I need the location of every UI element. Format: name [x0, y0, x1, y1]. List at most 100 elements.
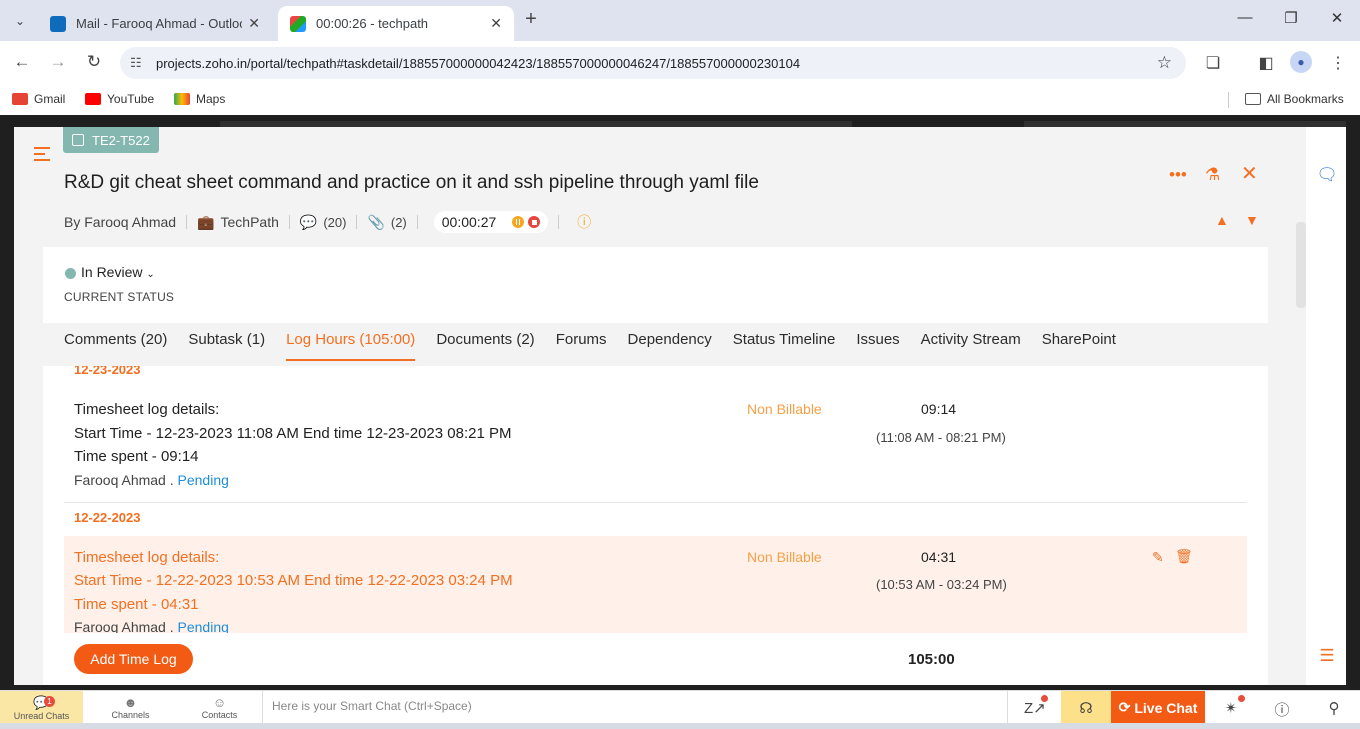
help-icon[interactable]: ⓘ	[1272, 699, 1292, 720]
outlook-icon	[50, 15, 66, 32]
log-duration: 09:14	[921, 401, 957, 417]
all-bookmarks[interactable]: All Bookmarks	[1245, 92, 1344, 106]
url-field[interactable]: ☷ projects.zoho.in/portal/techpath#taskd…	[120, 47, 1186, 79]
channels-button[interactable]: ☻ Channels	[89, 691, 172, 724]
divider	[1228, 92, 1229, 108]
bookmark-youtube[interactable]: YouTube	[85, 92, 154, 106]
bookmark-gmail[interactable]: Gmail	[12, 92, 65, 106]
log-time-range: (11:08 AM - 08:21 PM)	[876, 430, 1006, 445]
edit-icon[interactable]: ✎	[1152, 549, 1164, 566]
list-menu-icon[interactable]: ☰	[1316, 646, 1338, 666]
task-icon	[72, 134, 84, 146]
url-text: projects.zoho.in/portal/techpath#taskdet…	[156, 55, 801, 71]
restore-icon[interactable]: ❐	[1279, 9, 1303, 27]
bookmark-maps[interactable]: Maps	[174, 92, 225, 106]
close-icon[interactable]: ✕	[248, 15, 260, 32]
follow-user-icon[interactable]: ⚗	[1205, 165, 1220, 185]
separator: .	[165, 472, 178, 488]
minimize-icon[interactable]: —	[1233, 9, 1257, 26]
more-options-icon[interactable]: •••	[1169, 165, 1187, 185]
tab-documents[interactable]: Documents (2)	[436, 331, 534, 361]
status-value: In Review	[81, 264, 143, 280]
extensions-icon[interactable]: ❏	[1202, 53, 1224, 73]
tab-activity-stream[interactable]: Activity Stream	[921, 331, 1021, 361]
log-entry[interactable]: Timesheet log details: Start Time - 12-2…	[64, 536, 1247, 633]
bookmark-star-icon[interactable]: ☆	[1157, 53, 1172, 73]
log-heading: Timesheet log details:	[74, 401, 220, 418]
add-time-log-button[interactable]: Add Time Log	[74, 644, 193, 674]
chevron-up-icon[interactable]: ▲	[1215, 212, 1229, 228]
youtube-icon	[85, 93, 101, 105]
tab-status-timeline[interactable]: Status Timeline	[733, 331, 836, 361]
feedback-chat-icon[interactable]: 🗨	[1316, 165, 1338, 185]
log-user: Farooq Ahmad	[74, 472, 166, 488]
log-date: 12-22-2023	[74, 510, 141, 525]
close-icon[interactable]: ✕	[490, 15, 502, 32]
pause-icon[interactable]	[512, 216, 525, 228]
site-info-icon[interactable]: ☷	[130, 55, 150, 71]
log-footer: Add Time Log 105:00	[43, 633, 1268, 685]
divider	[356, 215, 358, 229]
search-icon[interactable]: ⚲	[1324, 699, 1344, 717]
contacts-button[interactable]: ☺ Contacts	[178, 691, 261, 724]
smart-chat-input[interactable]: Here is your Smart Chat (Ctrl+Space)	[262, 691, 1008, 724]
live-chat-button[interactable]: ⟳ Live Chat	[1111, 691, 1205, 724]
unread-chats-button[interactable]: 💬 Unread Chats 1	[0, 691, 83, 724]
log-entry[interactable]: Timesheet log details: Start Time - 12-2…	[64, 390, 1247, 506]
project-link[interactable]: TechPath	[221, 214, 279, 230]
browser-menu-icon[interactable]: ⋮	[1327, 53, 1349, 73]
side-panel-icon[interactable]: ◧	[1255, 53, 1277, 73]
task-title[interactable]: R&D git cheat sheet command and practice…	[64, 172, 759, 194]
task-tabs: Comments (20) Subtask (1) Log Hours (105…	[64, 331, 1137, 361]
tab-log-hours[interactable]: Log Hours (105:00)	[286, 331, 416, 361]
tab-title: 00:00:26 - techpath	[316, 16, 429, 31]
log-duration: 04:31	[921, 549, 957, 565]
window-bottom-edge	[0, 723, 1360, 729]
zia-icon[interactable]: Z↗	[1024, 695, 1048, 717]
timer-value: 00:00:27	[441, 214, 497, 230]
menu-icon[interactable]	[34, 147, 50, 161]
attachments-count[interactable]: (2)	[391, 215, 407, 230]
channels-icon: ☻	[123, 695, 138, 710]
unread-label: Unread Chats	[13, 710, 70, 721]
scrollbar-thumb[interactable]	[1296, 222, 1306, 308]
divider	[558, 215, 560, 229]
close-icon[interactable]: ✕	[1241, 161, 1258, 186]
tab-forums[interactable]: Forums	[556, 331, 607, 361]
task-detail-panel: TE2-T522 R&D git cheat sheet command and…	[14, 127, 1346, 685]
bookmark-label: All Bookmarks	[1267, 92, 1344, 106]
tab-comments[interactable]: Comments (20)	[64, 331, 167, 361]
maps-icon	[174, 93, 190, 105]
chevron-down-icon[interactable]: ▼	[1245, 212, 1259, 228]
delete-icon[interactable]: 🗑	[1175, 548, 1193, 565]
tab-dependency[interactable]: Dependency	[628, 331, 712, 361]
gmail-icon	[12, 93, 28, 105]
zoho-projects-icon	[290, 15, 306, 32]
contacts-label: Contacts	[201, 710, 238, 720]
comments-count[interactable]: (20)	[323, 215, 346, 230]
tab-subtask[interactable]: Subtask (1)	[188, 331, 265, 361]
headset-icon[interactable]: ☊	[1076, 699, 1096, 717]
log-time-spent: Time spent - 04:31	[74, 596, 199, 613]
forward-icon[interactable]: →	[47, 52, 69, 72]
tab-issues[interactable]: Issues	[856, 331, 899, 361]
tab-search-icon[interactable]: ⌄	[8, 9, 32, 33]
status-dropdown[interactable]: In Review ⌄	[81, 264, 155, 280]
tab-sharepoint[interactable]: SharePoint	[1042, 331, 1116, 361]
reload-icon[interactable]: ↻	[83, 52, 105, 72]
profile-avatar-icon[interactable]: ●	[1290, 51, 1312, 73]
announcement-icon[interactable]: ✴	[1221, 695, 1245, 717]
log-hours-list: 12-23-2023 Timesheet log details: Start …	[43, 366, 1268, 633]
new-tab-icon[interactable]: +	[520, 8, 542, 31]
browser-tab-techpath[interactable]: 00:00:26 - techpath ✕	[278, 6, 514, 41]
status-dot	[65, 268, 76, 279]
billing-status: Non Billable	[747, 549, 822, 565]
task-author: By Farooq Ahmad	[64, 214, 177, 230]
comment-icon: 💬	[299, 213, 318, 230]
stop-icon[interactable]	[528, 216, 541, 228]
info-icon[interactable]: ⓘ	[577, 212, 591, 232]
close-window-icon[interactable]: ✕	[1325, 9, 1349, 27]
back-icon[interactable]: ←	[11, 52, 33, 72]
browser-tab-outlook[interactable]: Mail - Farooq Ahmad - Outlook ✕	[38, 6, 272, 41]
folder-icon	[1245, 93, 1261, 105]
